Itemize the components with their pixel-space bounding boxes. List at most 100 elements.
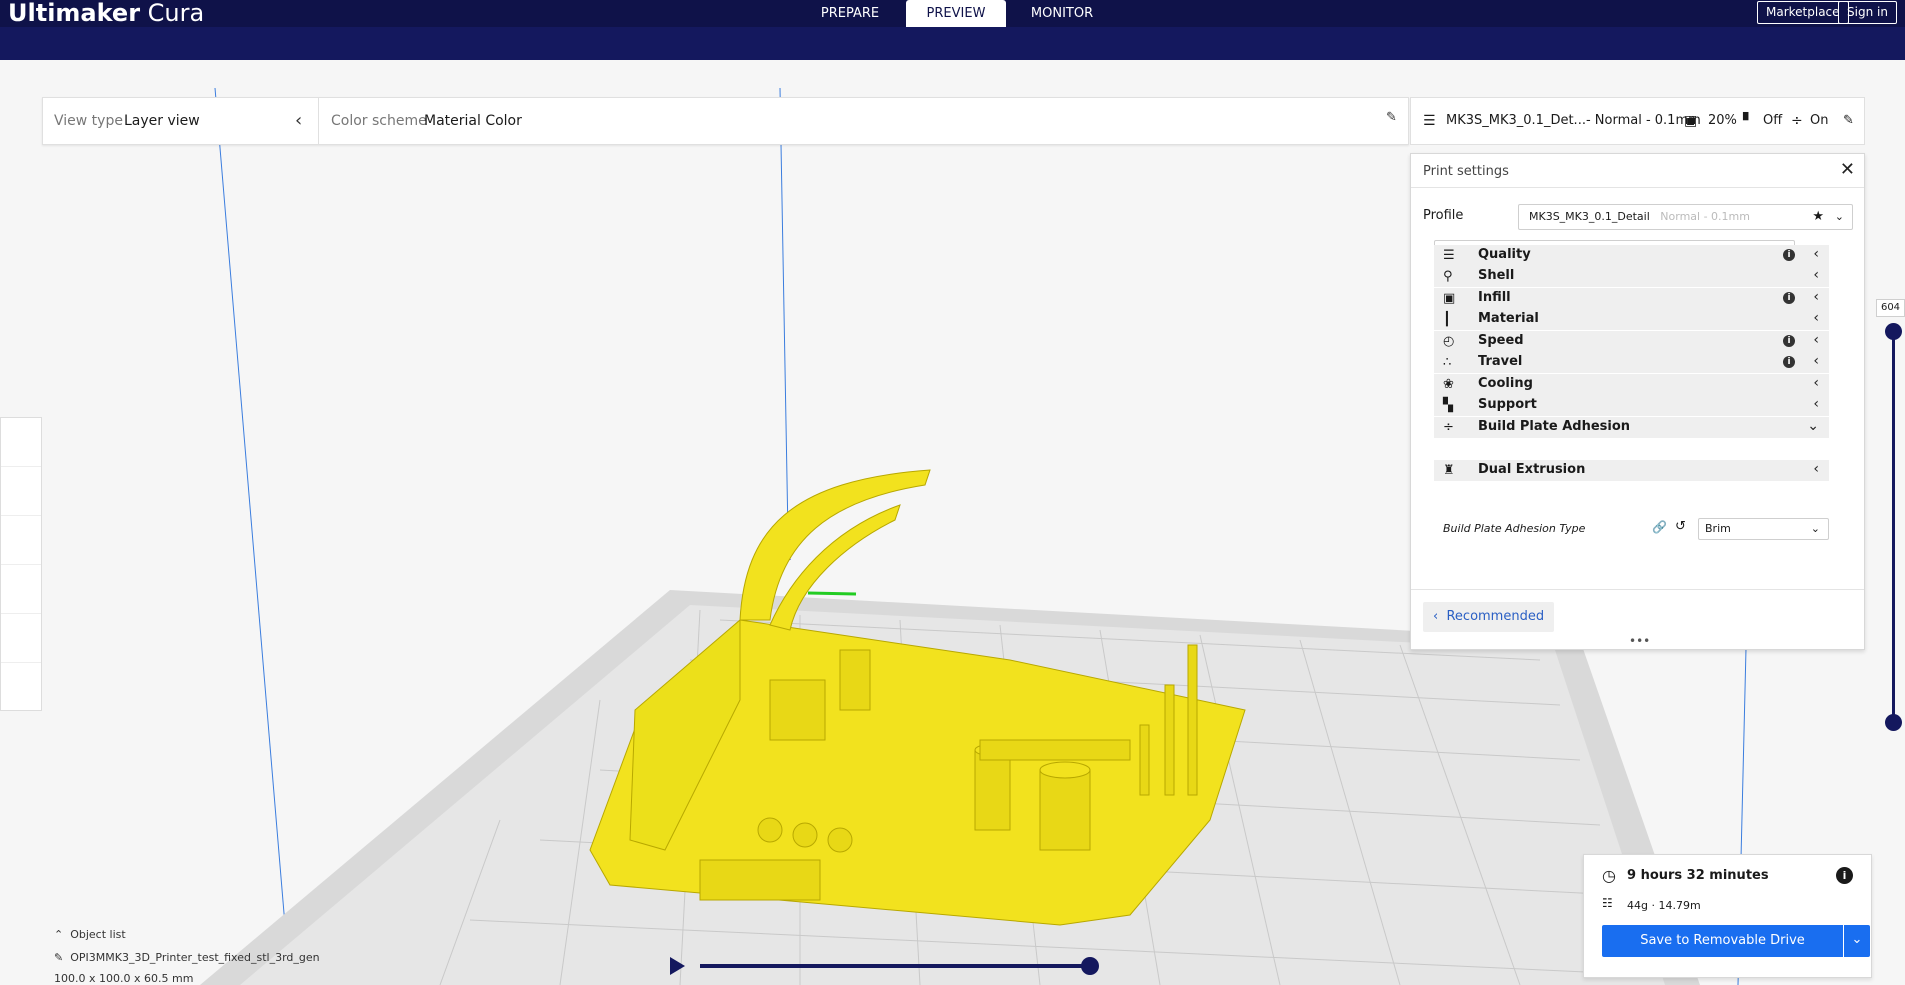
category-build-plate-adhesion[interactable]: ÷ Build Plate Adhesion ⌄ bbox=[1434, 417, 1829, 438]
quality-icon: ☰ bbox=[1423, 113, 1436, 129]
info-icon[interactable]: i bbox=[1783, 335, 1795, 347]
resize-handle[interactable]: ••• bbox=[1629, 634, 1650, 648]
chevron-left-icon[interactable]: ‹ bbox=[1813, 375, 1819, 391]
chevron-left-icon[interactable]: ‹ bbox=[1813, 310, 1819, 326]
top-header: Ultimaker Cura PREPARE PREVIEW MONITOR M… bbox=[0, 0, 1905, 27]
link-icon[interactable]: 🔗 bbox=[1652, 520, 1667, 534]
info-icon[interactable]: i bbox=[1783, 292, 1795, 304]
category-label: Speed bbox=[1478, 333, 1524, 348]
divider bbox=[318, 98, 319, 144]
material-icon: ┃ bbox=[1443, 312, 1451, 327]
chevron-left-icon[interactable]: ‹ bbox=[295, 110, 302, 131]
chevron-left-icon[interactable]: ‹ bbox=[1813, 246, 1819, 262]
tab-monitor[interactable]: MONITOR bbox=[1012, 0, 1112, 27]
profile-label: Profile bbox=[1423, 208, 1464, 223]
infill-icon: ▣ bbox=[1684, 113, 1698, 129]
category-label: Travel bbox=[1478, 354, 1523, 369]
category-label: Material bbox=[1478, 311, 1539, 326]
color-scheme-select[interactable]: Material Color bbox=[424, 98, 522, 144]
category-label: Shell bbox=[1478, 268, 1515, 283]
rotate-tool-icon[interactable] bbox=[1, 516, 41, 565]
scale-tool-icon[interactable] bbox=[1, 467, 41, 516]
category-dual-extrusion[interactable]: ♜ Dual Extrusion ‹ bbox=[1434, 460, 1829, 481]
category-support[interactable]: ▚ Support ‹ bbox=[1434, 395, 1829, 416]
reset-icon[interactable]: ↺ bbox=[1675, 519, 1686, 534]
color-scheme-label: Color scheme bbox=[331, 113, 427, 129]
layer-slider-upper-handle[interactable] bbox=[1885, 323, 1902, 340]
adhesion-type-label: Build Plate Adhesion Type bbox=[1443, 522, 1586, 535]
save-to-removable-drive-button[interactable]: Save to Removable Drive bbox=[1602, 925, 1843, 957]
category-travel[interactable]: ∴ Travel i ‹ bbox=[1434, 352, 1829, 373]
chevron-down-icon: ⌄ bbox=[1810, 522, 1820, 535]
support-icon: ▚ bbox=[1443, 398, 1453, 413]
move-tool-icon[interactable] bbox=[1, 418, 41, 467]
print-setup-summary[interactable]: ☰ MK3S_MK3_0.1_Det...- Normal - 0.1mm ▣ … bbox=[1410, 97, 1865, 145]
3d-viewport[interactable]: View type Layer view ‹ Color scheme Mate… bbox=[0, 60, 1905, 985]
chevron-left-icon[interactable]: ‹ bbox=[1813, 353, 1819, 369]
dual-extrusion-icon: ♜ bbox=[1443, 463, 1455, 478]
object-list-toggle[interactable]: ⌃ Object list bbox=[54, 928, 320, 941]
setup-adhesion: On bbox=[1810, 113, 1829, 128]
info-icon[interactable]: i bbox=[1783, 356, 1795, 368]
category-material[interactable]: ┃ Material ‹ bbox=[1434, 309, 1829, 330]
object-item[interactable]: ✎ OPI3MMK3_3D_Printer_test_fixed_stl_3rd… bbox=[54, 951, 320, 964]
star-icon[interactable]: ★ bbox=[1812, 205, 1824, 229]
view-type-select[interactable]: Layer view bbox=[124, 98, 200, 144]
close-icon[interactable]: ✕ bbox=[1840, 159, 1855, 180]
cooling-icon: ❀ bbox=[1443, 377, 1454, 392]
layer-slider-lower-handle[interactable] bbox=[1885, 714, 1902, 731]
support-blocker-icon[interactable] bbox=[1, 663, 41, 712]
layer-number-input[interactable]: 604 bbox=[1876, 299, 1905, 317]
app-title: Ultimaker Cura bbox=[8, 0, 205, 27]
category-label: Support bbox=[1478, 397, 1537, 412]
marketplace-button[interactable]: Marketplace bbox=[1757, 1, 1849, 24]
object-list: ⌃ Object list ✎ OPI3MMK3_3D_Printer_test… bbox=[54, 928, 320, 985]
info-icon[interactable]: i bbox=[1783, 249, 1795, 261]
header-band bbox=[0, 27, 1905, 60]
setup-infill: 20% bbox=[1708, 113, 1737, 128]
clock-icon: ◷ bbox=[1602, 866, 1616, 885]
profile-select[interactable]: MK3S_MK3_0.1_Detail Normal - 0.1mm ★ ⌄ bbox=[1518, 204, 1853, 230]
category-label: Cooling bbox=[1478, 376, 1533, 391]
print-action-panel: ◷ 9 hours 32 minutes i ☷ 44g · 14.79m Sa… bbox=[1583, 854, 1872, 978]
print-settings-panel: Print settings ✕ Profile MK3S_MK3_0.1_De… bbox=[1410, 153, 1865, 650]
object-dimensions: 100.0 x 100.0 x 60.5 mm bbox=[54, 972, 194, 985]
chevron-left-icon[interactable]: ‹ bbox=[1813, 461, 1819, 477]
adhesion-icon: ÷ bbox=[1791, 113, 1803, 129]
chevron-left-icon[interactable]: ‹ bbox=[1813, 396, 1819, 412]
chevron-left-icon[interactable]: ‹ bbox=[1813, 289, 1819, 305]
path-slider-track[interactable] bbox=[700, 964, 1092, 968]
chevron-down-icon[interactable]: ⌄ bbox=[1835, 205, 1844, 229]
tab-prepare[interactable]: PREPARE bbox=[800, 0, 900, 27]
material-estimate: 44g · 14.79m bbox=[1627, 899, 1701, 912]
category-cooling[interactable]: ❀ Cooling ‹ bbox=[1434, 374, 1829, 395]
category-quality[interactable]: ☰ Quality i ‹ bbox=[1434, 245, 1829, 266]
path-slider-handle[interactable] bbox=[1081, 957, 1099, 975]
recommended-button[interactable]: ‹ Recommended bbox=[1423, 602, 1554, 632]
adhesion-icon: ÷ bbox=[1443, 420, 1454, 435]
pencil-icon[interactable]: ✎ bbox=[1843, 98, 1854, 144]
chevron-down-icon[interactable]: ⌄ bbox=[1844, 925, 1870, 957]
profile-suffix: Normal - 0.1mm bbox=[1660, 210, 1750, 223]
tab-preview[interactable]: PREVIEW bbox=[906, 0, 1006, 27]
play-icon[interactable] bbox=[670, 957, 685, 975]
travel-icon: ∴ bbox=[1443, 355, 1452, 370]
category-speed[interactable]: ◴ Speed i ‹ bbox=[1434, 331, 1829, 352]
chevron-left-icon[interactable]: ‹ bbox=[1813, 267, 1819, 283]
chevron-left-icon[interactable]: ‹ bbox=[1813, 332, 1819, 348]
chevron-down-icon[interactable]: ⌄ bbox=[1807, 418, 1819, 434]
category-infill[interactable]: ▣ Infill i ‹ bbox=[1434, 288, 1829, 309]
adhesion-type-select[interactable]: Brim ⌄ bbox=[1698, 518, 1829, 540]
mirror-tool-icon[interactable] bbox=[1, 565, 41, 614]
per-model-settings-icon[interactable] bbox=[1, 614, 41, 663]
pencil-icon[interactable]: ✎ bbox=[1386, 110, 1397, 125]
info-icon[interactable]: i bbox=[1836, 867, 1853, 884]
build-volume-edge bbox=[779, 87, 789, 536]
setup-support: Off bbox=[1763, 113, 1783, 128]
layer-slider-track[interactable] bbox=[1892, 330, 1895, 723]
sign-in-button[interactable]: Sign in bbox=[1838, 1, 1897, 24]
category-shell[interactable]: ⚲ Shell ‹ bbox=[1434, 266, 1829, 287]
tool-strip bbox=[0, 417, 42, 711]
category-label: Quality bbox=[1478, 247, 1531, 262]
build-volume-edge bbox=[214, 87, 291, 985]
